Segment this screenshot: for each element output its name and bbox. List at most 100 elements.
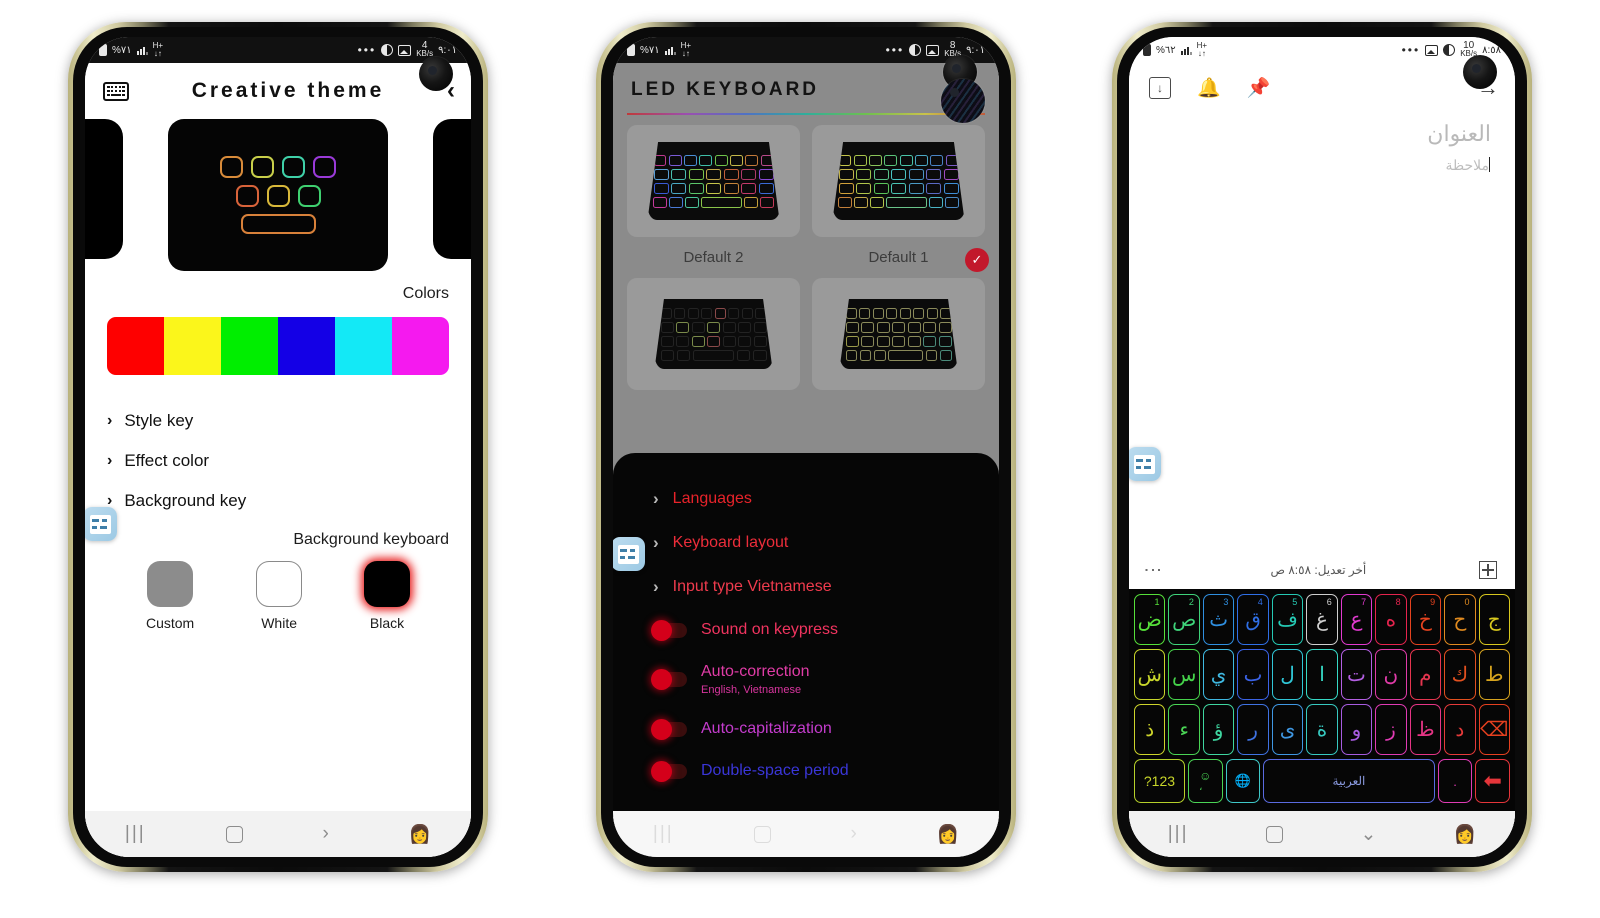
space-key[interactable]: العربية: [1263, 759, 1435, 803]
key-dhal[interactable]: ذ: [1134, 704, 1166, 755]
option-row-background-key[interactable]: › Background key: [85, 481, 471, 521]
pin-icon[interactable]: 📌: [1247, 79, 1271, 98]
translate-floating-icon[interactable]: [85, 507, 117, 541]
bell-add-icon[interactable]: 🔔: [1197, 79, 1221, 98]
key-nun[interactable]: ن: [1375, 649, 1407, 700]
key-ba[interactable]: ب: [1237, 649, 1269, 700]
palette-swatch-red[interactable]: [107, 317, 164, 375]
translate-floating-icon[interactable]: [1129, 447, 1161, 481]
accessibility-icon[interactable]: 👩: [409, 824, 431, 845]
toggle-switch[interactable]: [651, 669, 687, 690]
setting-row-sound-on-keypress[interactable]: Sound on keypress: [613, 609, 999, 651]
note-body-input[interactable]: ملاحظة: [1153, 157, 1491, 174]
key-sin[interactable]: س: [1168, 649, 1200, 700]
option-row-style-key[interactable]: › Style key: [85, 401, 471, 441]
key-ta-marbuta-2[interactable]: ة: [1306, 704, 1338, 755]
palette-swatch-cyan[interactable]: [335, 317, 392, 375]
creative-theme-preview[interactable]: [168, 119, 388, 271]
key-qaf[interactable]: 4ق: [1237, 594, 1269, 645]
back-icon[interactable]: ›: [322, 823, 328, 845]
toggle-switch[interactable]: [651, 760, 687, 782]
option-row-effect-color[interactable]: › Effect color: [85, 441, 471, 481]
keyboard-icon[interactable]: [103, 81, 129, 101]
key-alif[interactable]: ا: [1306, 649, 1338, 700]
key-mim[interactable]: م: [1409, 649, 1442, 700]
custom-swatch[interactable]: [147, 561, 194, 607]
palette-swatch-magenta[interactable]: [392, 317, 449, 375]
recents-icon[interactable]: |||: [653, 823, 674, 845]
background-option-white[interactable]: White: [256, 561, 303, 631]
back-icon[interactable]: ›: [850, 823, 856, 845]
key-dad[interactable]: 1ض: [1134, 594, 1166, 645]
theme-card-default-1[interactable]: ✓ Default 1: [812, 125, 989, 272]
preview-card-previous[interactable]: [85, 119, 123, 259]
theme-card-3[interactable]: [627, 278, 800, 390]
enter-key[interactable]: ⬅: [1475, 759, 1510, 803]
key-kaf[interactable]: ك: [1444, 649, 1476, 700]
palette-swatch-yellow[interactable]: [164, 317, 221, 375]
setting-row-auto-correction[interactable]: Auto-correction English, Vietnamese: [613, 651, 999, 708]
home-icon[interactable]: [225, 825, 243, 843]
add-icon[interactable]: [1478, 561, 1497, 579]
key-kha[interactable]: 9خ: [1409, 594, 1442, 645]
theme-thumbnail[interactable]: ✓: [812, 125, 989, 272]
key-lam[interactable]: ل: [1271, 649, 1304, 700]
theme-thumbnail[interactable]: [627, 125, 800, 237]
globe-language-key[interactable]: 🌐: [1225, 759, 1261, 803]
key-zain[interactable]: ز: [1375, 704, 1407, 755]
recents-icon[interactable]: |||: [1168, 823, 1189, 845]
translate-floating-icon[interactable]: [613, 537, 645, 571]
toggle-switch[interactable]: [651, 718, 687, 740]
palette-swatch-green[interactable]: [221, 317, 278, 375]
period-key[interactable]: .: [1437, 759, 1473, 803]
toggle-switch[interactable]: [651, 619, 687, 641]
note-title-input[interactable]: العنوان: [1153, 121, 1491, 147]
key-waw[interactable]: و: [1340, 704, 1373, 755]
key-waw-hamza[interactable]: ؤ: [1202, 704, 1235, 755]
key-ain[interactable]: 7ع: [1340, 594, 1373, 645]
key-tha[interactable]: 3ث: [1202, 594, 1235, 645]
theme-thumbnail[interactable]: [627, 278, 800, 390]
background-option-custom[interactable]: Custom: [146, 561, 194, 631]
recents-icon[interactable]: |||: [125, 823, 146, 845]
setting-row-input-type[interactable]: › Input type Vietnamese: [613, 565, 999, 609]
note-content-area[interactable]: العنوان ملاحظة: [1129, 99, 1515, 555]
key-alif-maqsura[interactable]: ى: [1271, 704, 1304, 755]
emoji-key[interactable]: ☺ ،: [1187, 759, 1223, 803]
key-ra[interactable]: ر: [1237, 704, 1269, 755]
save-to-box-icon[interactable]: [1149, 77, 1171, 99]
background-option-black[interactable]: Black: [364, 561, 411, 631]
home-icon[interactable]: [1265, 825, 1283, 843]
hide-keyboard-icon[interactable]: ⌄: [1360, 823, 1376, 846]
setting-row-keyboard-layout[interactable]: › Keyboard layout: [613, 521, 999, 565]
key-fa[interactable]: 5ف: [1271, 594, 1304, 645]
key-ha[interactable]: 8ه: [1375, 594, 1407, 645]
key-ta-marbuta[interactable]: ط: [1478, 649, 1510, 700]
preview-card-next[interactable]: [433, 119, 471, 259]
key-sad[interactable]: 2ص: [1168, 594, 1200, 645]
key-ya[interactable]: ي: [1202, 649, 1235, 700]
profile-avatar[interactable]: [941, 79, 985, 123]
black-swatch[interactable]: [364, 561, 411, 607]
key-ghain[interactable]: 6غ: [1306, 594, 1338, 645]
key-hah[interactable]: 0ح: [1444, 594, 1476, 645]
accessibility-icon[interactable]: 👩: [937, 824, 959, 845]
color-palette-bar[interactable]: [107, 317, 449, 375]
theme-card-default-2[interactable]: Default 2: [627, 125, 800, 266]
theme-thumbnail[interactable]: [812, 278, 985, 390]
white-swatch[interactable]: [256, 561, 303, 607]
setting-row-languages[interactable]: › Languages: [613, 477, 999, 521]
setting-row-double-space-period[interactable]: Double-space period: [613, 750, 999, 792]
backspace-icon[interactable]: ⌫: [1478, 704, 1510, 755]
key-dal[interactable]: د: [1444, 704, 1476, 755]
symbols-key[interactable]: ?123: [1134, 759, 1185, 803]
key-shin[interactable]: ش: [1134, 649, 1166, 700]
key-zah[interactable]: ظ: [1409, 704, 1442, 755]
key-ta[interactable]: ت: [1340, 649, 1373, 700]
more-options-icon[interactable]: ⋮: [1143, 561, 1163, 579]
setting-row-auto-capitalization[interactable]: Auto-capitalization: [613, 708, 999, 750]
theme-card-4[interactable]: [812, 278, 985, 390]
home-icon[interactable]: [753, 825, 771, 843]
key-hamza[interactable]: ء: [1168, 704, 1200, 755]
accessibility-icon[interactable]: 👩: [1454, 824, 1476, 845]
